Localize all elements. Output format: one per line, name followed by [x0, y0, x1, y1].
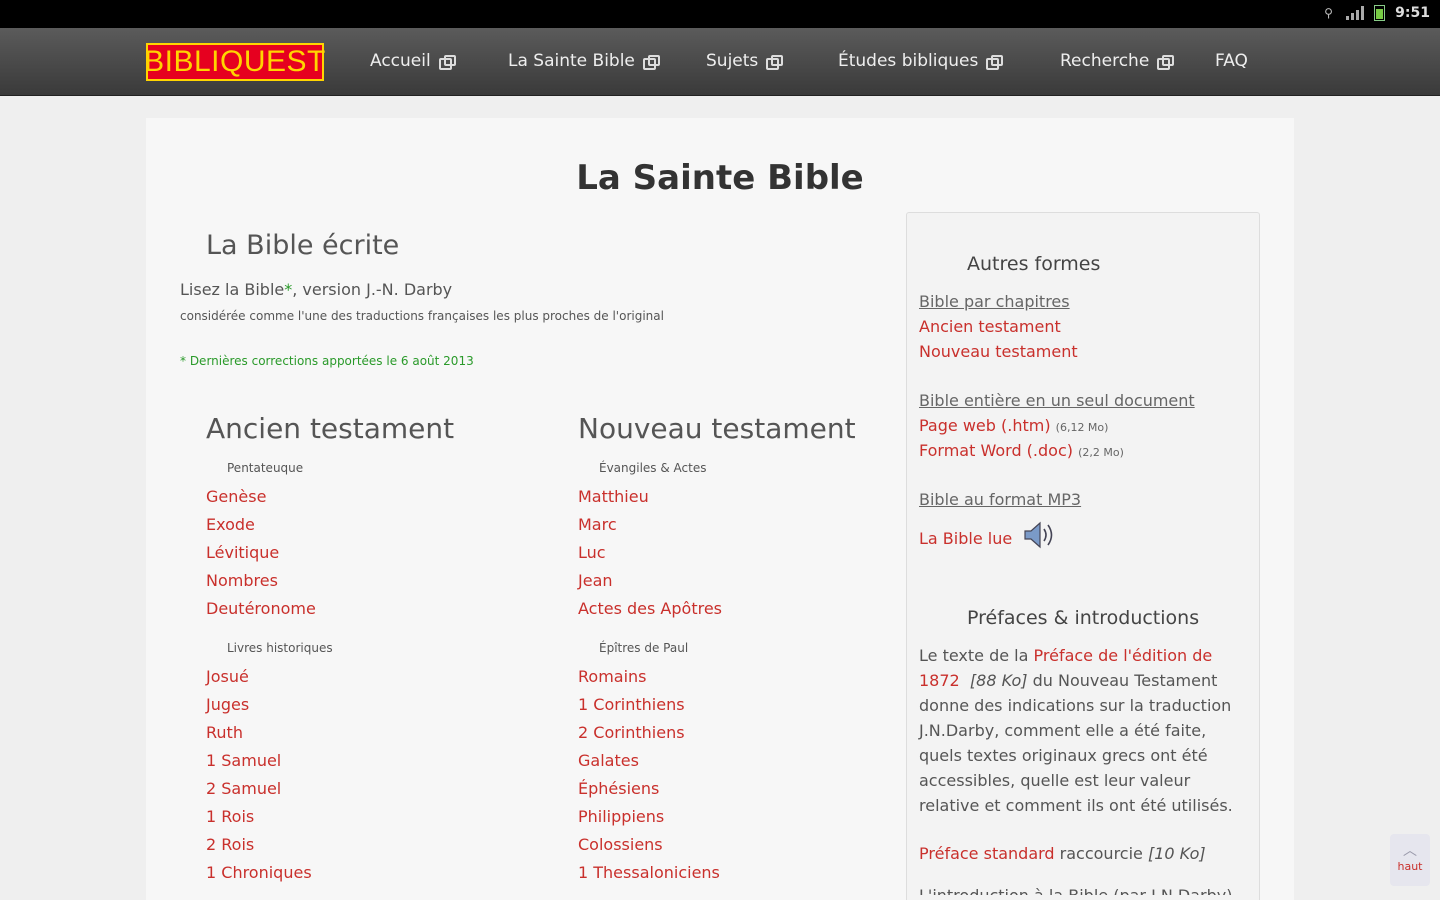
book-link[interactable]: Éphésiens: [578, 775, 888, 803]
ot-column: Ancien testament Pentateuque Genèse Exod…: [206, 412, 526, 887]
whole-bible-block: Bible entière en un seul document Page w…: [919, 388, 1249, 463]
nav-la-sainte-bible[interactable]: La Sainte Bible: [508, 48, 660, 74]
back-to-top-button[interactable]: ︿ haut: [1390, 834, 1430, 886]
standard-preface-link[interactable]: Préface standard: [919, 844, 1055, 863]
group-label: Livres historiques: [227, 641, 333, 655]
book-link[interactable]: Actes des Apôtres: [578, 595, 888, 623]
book-link[interactable]: Matthieu: [578, 483, 888, 511]
android-status-bar: ⚲ 9:51: [0, 0, 1440, 28]
external-link-icon: [986, 55, 1004, 70]
book-link[interactable]: Ruth: [206, 719, 526, 747]
chapters-block: Bible par chapitres Ancien testament Nou…: [919, 289, 1249, 364]
status-time: 9:51: [1395, 5, 1430, 21]
word-format-link[interactable]: Format Word (.doc) (2,2 Mo): [919, 438, 1249, 463]
nt-title: Nouveau testament: [578, 412, 856, 445]
nav-recherche[interactable]: Recherche: [1060, 48, 1175, 74]
top-navbar: BIBLIQUEST Accueil La Sainte Bible Sujet…: [0, 28, 1440, 96]
book-link[interactable]: Philippiens: [578, 803, 888, 831]
nav-faq[interactable]: FAQ: [1215, 48, 1248, 74]
ot-group1-list: Genèse Exode Lévitique Nombres Deutérono…: [206, 483, 526, 623]
book-link[interactable]: 1 Corinthiens: [578, 691, 888, 719]
book-link[interactable]: Colossiens: [578, 831, 888, 859]
usb-icon: ⚲: [1324, 6, 1333, 20]
book-link[interactable]: Josué: [206, 663, 526, 691]
section-title: La Bible écrite: [206, 230, 400, 261]
sidebar-autres-formes: Autres formes Bible par chapitres Ancien…: [906, 212, 1260, 900]
bibliquest-logo[interactable]: BIBLIQUEST: [144, 43, 325, 81]
book-link[interactable]: Romains: [578, 663, 888, 691]
book-link[interactable]: Luc: [578, 539, 888, 567]
book-link[interactable]: 2 Rois: [206, 831, 526, 859]
preface-paragraph: Le texte de la Préface de l'édition de 1…: [919, 646, 1233, 815]
nav-accueil[interactable]: Accueil: [370, 48, 456, 74]
nt-chapters-link[interactable]: Nouveau testament: [919, 339, 1249, 364]
book-link[interactable]: 2 Corinthiens: [578, 719, 888, 747]
standard-preface-line: Préface standard raccourcie [10 Ko]: [919, 844, 1206, 863]
ot-title: Ancien testament: [206, 412, 455, 445]
sidebar-heading: Autres formes: [967, 253, 1101, 275]
book-link[interactable]: Juges: [206, 691, 526, 719]
external-link-icon: [438, 55, 456, 70]
page-title: La Sainte Bible: [576, 158, 864, 198]
mp3-block: Bible au format MP3 La Bible lue: [919, 487, 1249, 554]
group-label: Évangiles & Actes: [599, 461, 707, 475]
book-link[interactable]: 1 Rois: [206, 803, 526, 831]
status-icons: ⚲ 9:51: [1324, 5, 1430, 21]
nav-etudes-bibliques[interactable]: Études bibliques: [838, 48, 1004, 74]
book-link[interactable]: Marc: [578, 511, 888, 539]
ot-group2-list: Josué Juges Ruth 1 Samuel 2 Samuel 1 Roi…: [206, 663, 526, 887]
ot-chapters-link[interactable]: Ancien testament: [919, 314, 1249, 339]
book-link[interactable]: 2 Samuel: [206, 775, 526, 803]
mp3-link[interactable]: Bible au format MP3: [919, 487, 1249, 512]
external-link-icon: [642, 55, 660, 70]
speaker-icon: [1024, 521, 1053, 549]
intro-subtext: considérée comme l'une des traductions f…: [180, 309, 664, 323]
external-link-icon: [1157, 55, 1175, 70]
group-label: Épîtres de Paul: [599, 641, 689, 655]
book-link[interactable]: Exode: [206, 511, 526, 539]
web-page-link[interactable]: Page web (.htm) (6,12 Mo): [919, 413, 1249, 438]
chevron-up-icon: ︿: [1403, 843, 1417, 859]
book-link[interactable]: Deutéronome: [206, 595, 526, 623]
content-card: La Sainte Bible La Bible écrite Lisez la…: [146, 118, 1294, 900]
book-link[interactable]: 1 Chroniques: [206, 859, 526, 887]
prefaces-heading: Préfaces & introductions: [967, 607, 1200, 629]
audio-bible-link[interactable]: La Bible lue: [919, 520, 1249, 554]
intro-text: Lisez la Bible*, version J.-N. Darby: [180, 280, 453, 299]
book-link[interactable]: 1 Thessaloniciens: [578, 859, 888, 887]
book-link[interactable]: Genèse: [206, 483, 526, 511]
book-link[interactable]: Lévitique: [206, 539, 526, 567]
book-link[interactable]: 1 Samuel: [206, 747, 526, 775]
introduction-line[interactable]: L'introduction à la Bible (par J.N.Darby…: [919, 883, 1249, 895]
signal-icon: [1346, 6, 1365, 20]
external-link-icon: [766, 55, 784, 70]
nt-group2-list: Romains 1 Corinthiens 2 Corinthiens Gala…: [578, 663, 888, 887]
nt-group1-list: Matthieu Marc Luc Jean Actes des Apôtres: [578, 483, 888, 623]
whole-bible-link[interactable]: Bible entière en un seul document: [919, 388, 1249, 413]
book-link[interactable]: Jean: [578, 567, 888, 595]
bible-par-chapitres-link[interactable]: Bible par chapitres: [919, 289, 1249, 314]
group-label: Pentateuque: [227, 461, 304, 475]
update-note: * Dernières corrections apportées le 6 a…: [180, 354, 474, 368]
nav-sujets[interactable]: Sujets: [706, 48, 784, 74]
nt-column: Nouveau testament Évangiles & Actes Matt…: [578, 412, 888, 887]
book-link[interactable]: Galates: [578, 747, 888, 775]
book-link[interactable]: Nombres: [206, 567, 526, 595]
battery-icon: [1374, 5, 1386, 21]
